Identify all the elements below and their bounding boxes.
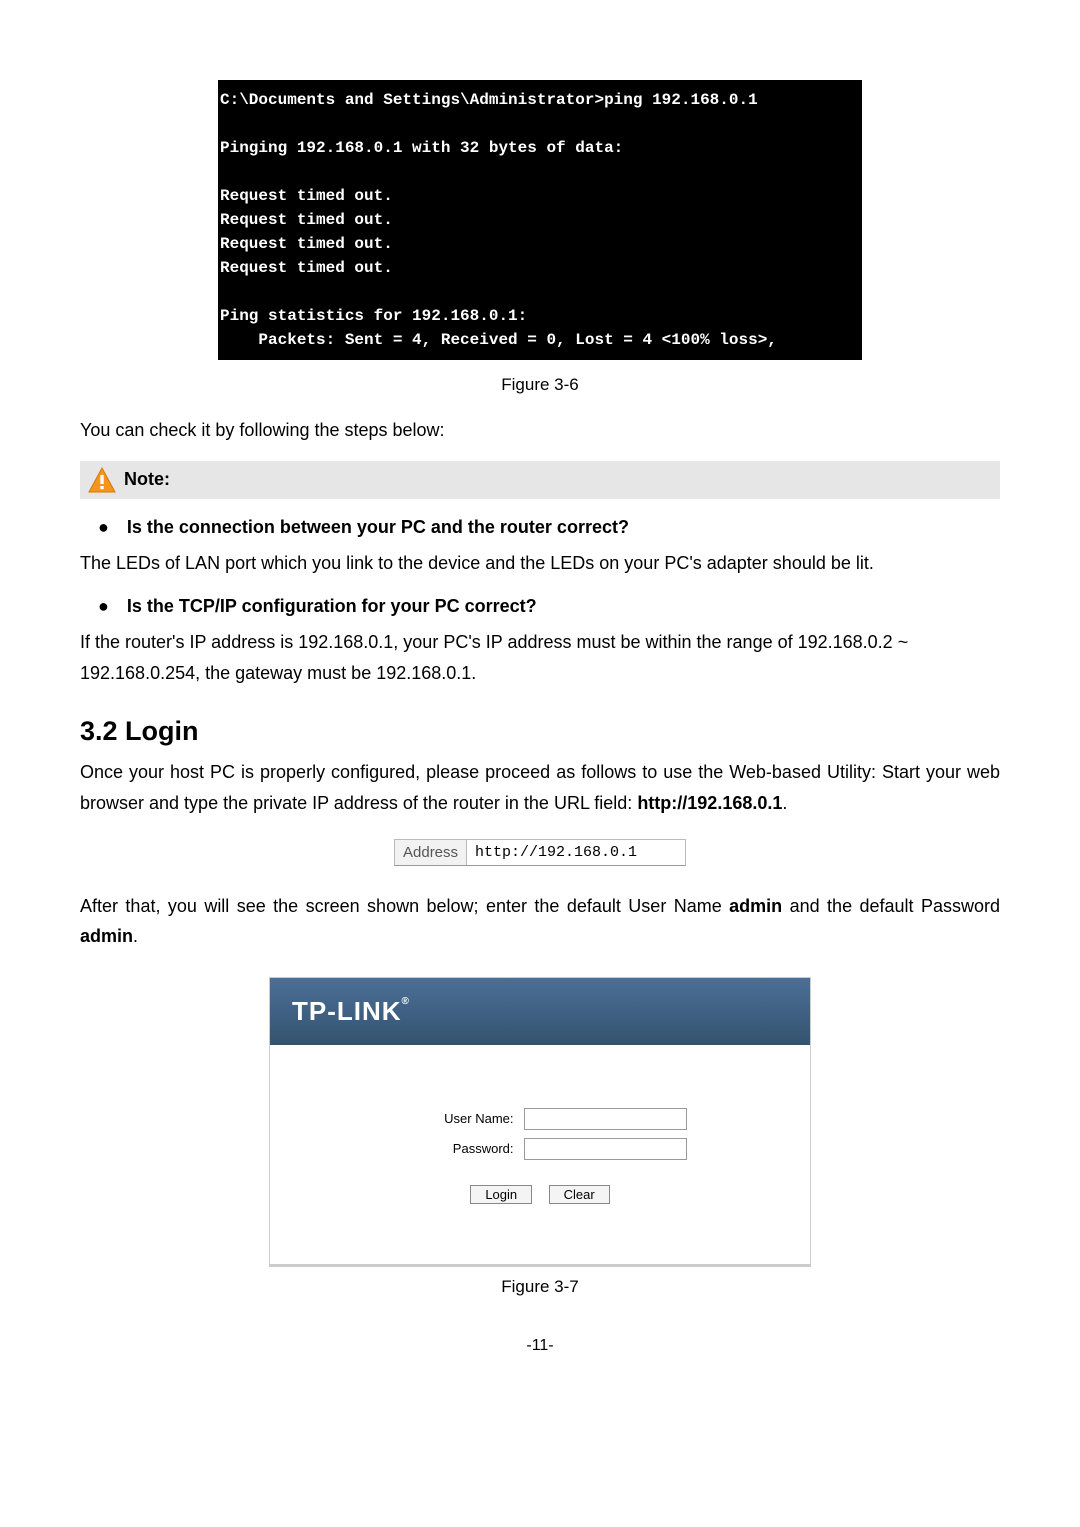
clear-button[interactable]: Clear	[549, 1185, 610, 1204]
username-input[interactable]	[524, 1108, 687, 1130]
term-line: Pinging 192.168.0.1 with 32 bytes of dat…	[220, 139, 623, 157]
document-page: C:\Documents and Settings\Administrator>…	[0, 0, 1080, 1527]
login-header: TP-LINK®	[270, 978, 810, 1045]
figure-caption-3-7: Figure 3-7	[80, 1277, 1000, 1297]
username-row: User Name:	[270, 1108, 810, 1130]
para2-b: and the default Password	[782, 896, 1000, 916]
term-line: C:\Documents and Settings\Administrator>…	[220, 91, 758, 109]
para2-admin2: admin	[80, 926, 133, 946]
password-label: Password:	[394, 1141, 514, 1156]
note-label: Note:	[124, 469, 170, 490]
note-box: Note:	[80, 461, 1000, 499]
figure-caption-3-6: Figure 3-6	[80, 375, 1000, 395]
terminal-output: C:\Documents and Settings\Administrator>…	[218, 80, 862, 360]
login-paragraph-2: After that, you will see the screen show…	[80, 891, 1000, 952]
term-line: Request timed out.	[220, 259, 393, 277]
password-input[interactable]	[524, 1138, 687, 1160]
warning-icon	[88, 467, 116, 493]
question-2: Is the TCP/IP configuration for your PC …	[127, 596, 537, 617]
login-body: User Name: Password: Login Clear	[270, 1045, 810, 1264]
address-bar: Address http://192.168.0.1	[394, 839, 686, 866]
bullet-dot: ●	[98, 517, 109, 538]
para2-a: After that, you will see the screen show…	[80, 896, 729, 916]
para1-text: Once your host PC is properly configured…	[80, 762, 1000, 813]
password-row: Password:	[270, 1138, 810, 1160]
address-label: Address	[395, 840, 467, 865]
username-label: User Name:	[394, 1111, 514, 1126]
answer-2: If the router's IP address is 192.168.0.…	[80, 627, 1000, 688]
brand-logo: TP-LINK®	[292, 996, 410, 1026]
term-line: Ping statistics for 192.168.0.1:	[220, 307, 527, 325]
brand-reg: ®	[402, 996, 410, 1007]
brand-text: TP-LINK	[292, 996, 402, 1026]
bullet-q2: ● Is the TCP/IP configuration for your P…	[80, 596, 1000, 617]
address-url[interactable]: http://192.168.0.1	[467, 840, 685, 865]
para1-period: .	[782, 793, 787, 813]
term-line: Packets: Sent = 4, Received = 0, Lost = …	[220, 331, 777, 349]
para1-url-bold: http://192.168.0.1	[637, 793, 782, 813]
para2-admin1: admin	[729, 896, 782, 916]
para2-period: .	[133, 926, 138, 946]
page-number: -11-	[80, 1337, 1000, 1355]
section-heading-3-2: 3.2 Login	[80, 716, 1000, 747]
login-panel: TP-LINK® User Name: Password: Login Clea…	[269, 977, 811, 1267]
answer-1: The LEDs of LAN port which you link to t…	[80, 548, 1000, 579]
term-line: Request timed out.	[220, 187, 393, 205]
body-text: You can check it by following the steps …	[80, 415, 1000, 446]
bullet-dot: ●	[98, 596, 109, 617]
question-1: Is the connection between your PC and th…	[127, 517, 629, 538]
login-buttons: Login Clear	[270, 1185, 810, 1204]
login-paragraph-1: Once your host PC is properly configured…	[80, 757, 1000, 818]
term-line: Request timed out.	[220, 211, 393, 229]
term-line: Request timed out.	[220, 235, 393, 253]
login-button[interactable]: Login	[470, 1185, 532, 1204]
bullet-q1: ● Is the connection between your PC and …	[80, 517, 1000, 538]
